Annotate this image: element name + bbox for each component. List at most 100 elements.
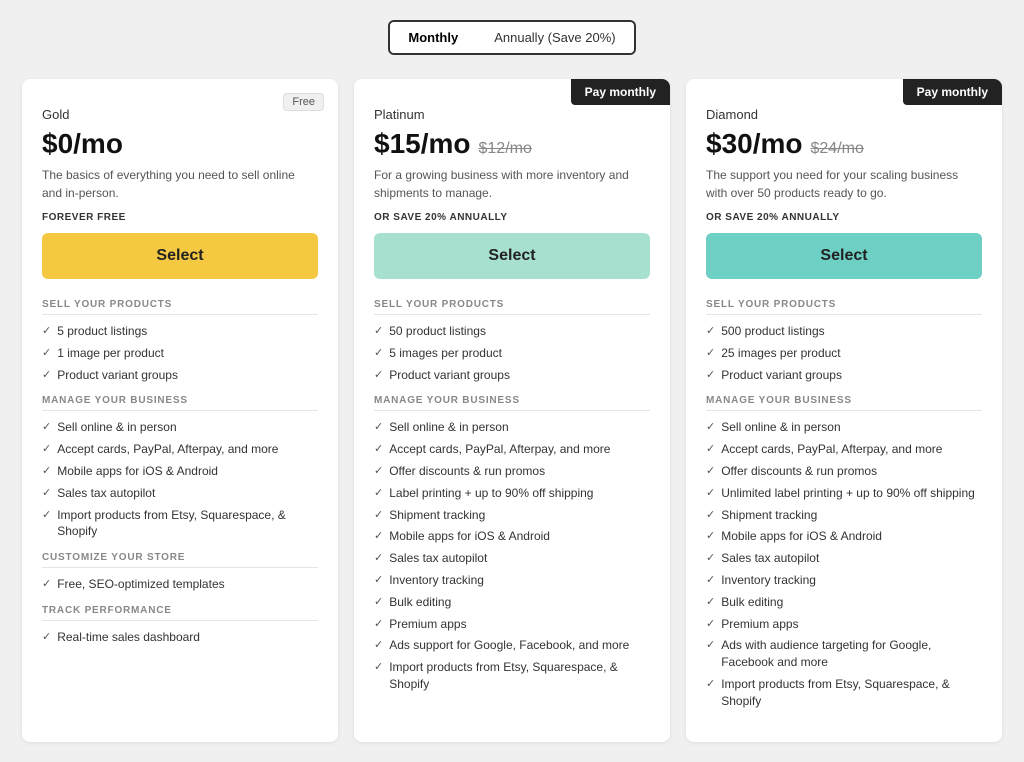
check-icon: ✓	[42, 486, 51, 501]
plan-price-main: $0/mo	[42, 128, 123, 160]
plan-forever-free: FOREVER FREE	[42, 212, 318, 223]
feature-text: Ads with audience targeting for Google, …	[721, 637, 982, 671]
feature-text: Sales tax autopilot	[721, 550, 819, 567]
feature-text: 5 images per product	[389, 345, 502, 362]
plan-save-label: OR SAVE 20% ANNUALLY	[374, 212, 650, 223]
features-section-0: SELL YOUR PRODUCTS✓5 product listings✓1 …	[42, 299, 318, 383]
plan-price-row: $30/mo $24/mo	[706, 128, 982, 160]
pay-monthly-btn[interactable]: Pay monthly	[571, 79, 670, 105]
feature-item: ✓ Accept cards, PayPal, Afterpay, and mor…	[374, 441, 650, 458]
plan-price-original: $24/mo	[811, 140, 864, 158]
feature-text: Accept cards, PayPal, Afterpay, and more	[389, 441, 610, 458]
feature-text: Offer discounts & run promos	[389, 463, 545, 480]
check-icon: ✓	[374, 551, 383, 566]
feature-item: ✓ Mobile apps for iOS & Android	[706, 528, 982, 545]
feature-text: Shipment tracking	[389, 507, 485, 524]
feature-text: Mobile apps for iOS & Android	[389, 528, 550, 545]
section-title: MANAGE YOUR BUSINESS	[706, 395, 982, 411]
feature-item: ✓ Accept cards, PayPal, Afterpay, and mor…	[706, 441, 982, 458]
toggle-container: Monthly Annually (Save 20%)	[388, 20, 635, 55]
section-title: SELL YOUR PRODUCTS	[42, 299, 318, 315]
features-section-1: MANAGE YOUR BUSINESS ✓ Sell online & in pe…	[42, 395, 318, 540]
feature-item: ✓Unlimited label printing + up to 90% of…	[706, 485, 982, 502]
check-icon: ✓	[706, 508, 715, 523]
check-icon: ✓	[374, 368, 383, 383]
check-icon: ✓	[706, 324, 715, 339]
plan-name: Platinum	[374, 107, 650, 122]
feature-item: ✓Ads with audience targeting for Google,…	[706, 637, 982, 671]
select-btn-gold[interactable]: Select	[42, 233, 318, 279]
feature-text: 5 product listings	[57, 323, 147, 340]
feature-item: ✓ Label printing + up to 90% off shipping	[374, 485, 650, 502]
feature-text: Import products from Etsy, Squarespace, …	[389, 659, 650, 693]
feature-item: ✓Inventory tracking	[374, 572, 650, 589]
check-icon: ✓	[374, 529, 383, 544]
check-icon: ✓	[706, 346, 715, 361]
section-title: MANAGE YOUR BUSINESS	[374, 395, 650, 411]
check-icon: ✓	[706, 442, 715, 457]
plan-price-original: $12/mo	[479, 140, 532, 158]
check-icon: ✓	[374, 595, 383, 610]
plan-price-row: $15/mo$12/mo	[374, 128, 650, 160]
check-icon: ✓	[374, 464, 383, 479]
feature-item: ✓Real-time sales dashboard	[42, 629, 318, 646]
feature-item: ✓ Bulk editing	[374, 594, 650, 611]
section-title: MANAGE YOUR BUSINESS	[42, 395, 318, 411]
feature-item: ✓Premium apps	[706, 616, 982, 633]
plan-description: The basics of everything you need to sel…	[42, 166, 318, 202]
feature-item: ✓Premium apps	[374, 616, 650, 633]
check-icon: ✓	[706, 529, 715, 544]
feature-text: Bulk editing	[721, 594, 783, 611]
feature-text: Inventory tracking	[721, 572, 816, 589]
plan-card-platinum: Pay monthlyPlatinum$15/mo$12/moFor a gro…	[354, 79, 670, 742]
check-icon: ✓	[374, 420, 383, 435]
plan-card-diamond: Pay monthlyDiamond$30/mo$24/moThe suppor…	[686, 79, 1002, 742]
features-section-1: MANAGE YOUR BUSINESS✓Sell online & in pe…	[374, 395, 650, 692]
check-icon: ✓	[42, 508, 51, 523]
feature-text: Sales tax autopilot	[57, 485, 155, 502]
check-icon: ✓	[374, 573, 383, 588]
select-btn-diamond[interactable]: Select	[706, 233, 982, 279]
feature-item: ✓Ads support for Google, Facebook, and m…	[374, 637, 650, 654]
feature-text: Bulk editing	[389, 594, 451, 611]
feature-item: ✓Import products from Etsy, Squarespace,…	[706, 676, 982, 710]
feature-item: ✓Import products from Etsy, Squarespace,…	[374, 659, 650, 693]
feature-item: ✓Sell online & in person	[706, 419, 982, 436]
monthly-toggle-btn[interactable]: Monthly	[390, 22, 476, 53]
pay-monthly-btn[interactable]: Pay monthly	[903, 79, 1002, 105]
feature-item: ✓Offer discounts & run promos	[706, 463, 982, 480]
feature-text: Premium apps	[721, 616, 798, 633]
select-btn-platinum[interactable]: Select	[374, 233, 650, 279]
feature-item: ✓5 images per product	[374, 345, 650, 362]
feature-text: Sell online & in person	[57, 419, 176, 436]
feature-text: Product variant groups	[721, 367, 842, 384]
feature-text: Import products from Etsy, Squarespace, …	[721, 676, 982, 710]
features-section-0: SELL YOUR PRODUCTS✓500 product listings✓…	[706, 299, 982, 383]
feature-text: Shipment tracking	[721, 507, 817, 524]
feature-text: Import products from Etsy, Squarespace, …	[57, 507, 318, 541]
plans-grid: FreeGold$0/moThe basics of everything yo…	[22, 79, 1002, 742]
features-section-3: TRACK PERFORMANCE✓Real-time sales dashbo…	[42, 605, 318, 646]
feature-text: Accept cards, PayPal, Afterpay, and more	[57, 441, 278, 458]
feature-item: ✓50 product listings	[374, 323, 650, 340]
plan-description: The support you need for your scaling bu…	[706, 166, 982, 202]
feature-text: Mobile apps for iOS & Android	[721, 528, 882, 545]
feature-text: 50 product listings	[389, 323, 486, 340]
check-icon: ✓	[374, 486, 383, 501]
plan-price-main: $30/mo	[706, 128, 803, 160]
plan-save-label: OR SAVE 20% ANNUALLY	[706, 212, 982, 223]
feature-item: ✓Product variant groups	[374, 367, 650, 384]
feature-text: Product variant groups	[57, 367, 178, 384]
feature-item: ✓ Mobile apps for iOS & Android	[374, 528, 650, 545]
check-icon: ✓	[42, 464, 51, 479]
feature-text: Label printing + up to 90% off shipping	[389, 485, 593, 502]
check-icon: ✓	[374, 442, 383, 457]
feature-item: ✓ Import products from Etsy, Squarespace,…	[42, 507, 318, 541]
features-section-1: MANAGE YOUR BUSINESS ✓Sell online & in pe…	[706, 395, 982, 709]
annually-toggle-btn[interactable]: Annually (Save 20%)	[476, 22, 633, 53]
section-title: SELL YOUR PRODUCTS	[706, 299, 982, 315]
feature-text: Real-time sales dashboard	[57, 629, 200, 646]
feature-item: ✓Product variant groups	[42, 367, 318, 384]
feature-text: Accept cards, PayPal, Afterpay, and more	[721, 441, 942, 458]
feature-item: ✓Product variant groups	[706, 367, 982, 384]
